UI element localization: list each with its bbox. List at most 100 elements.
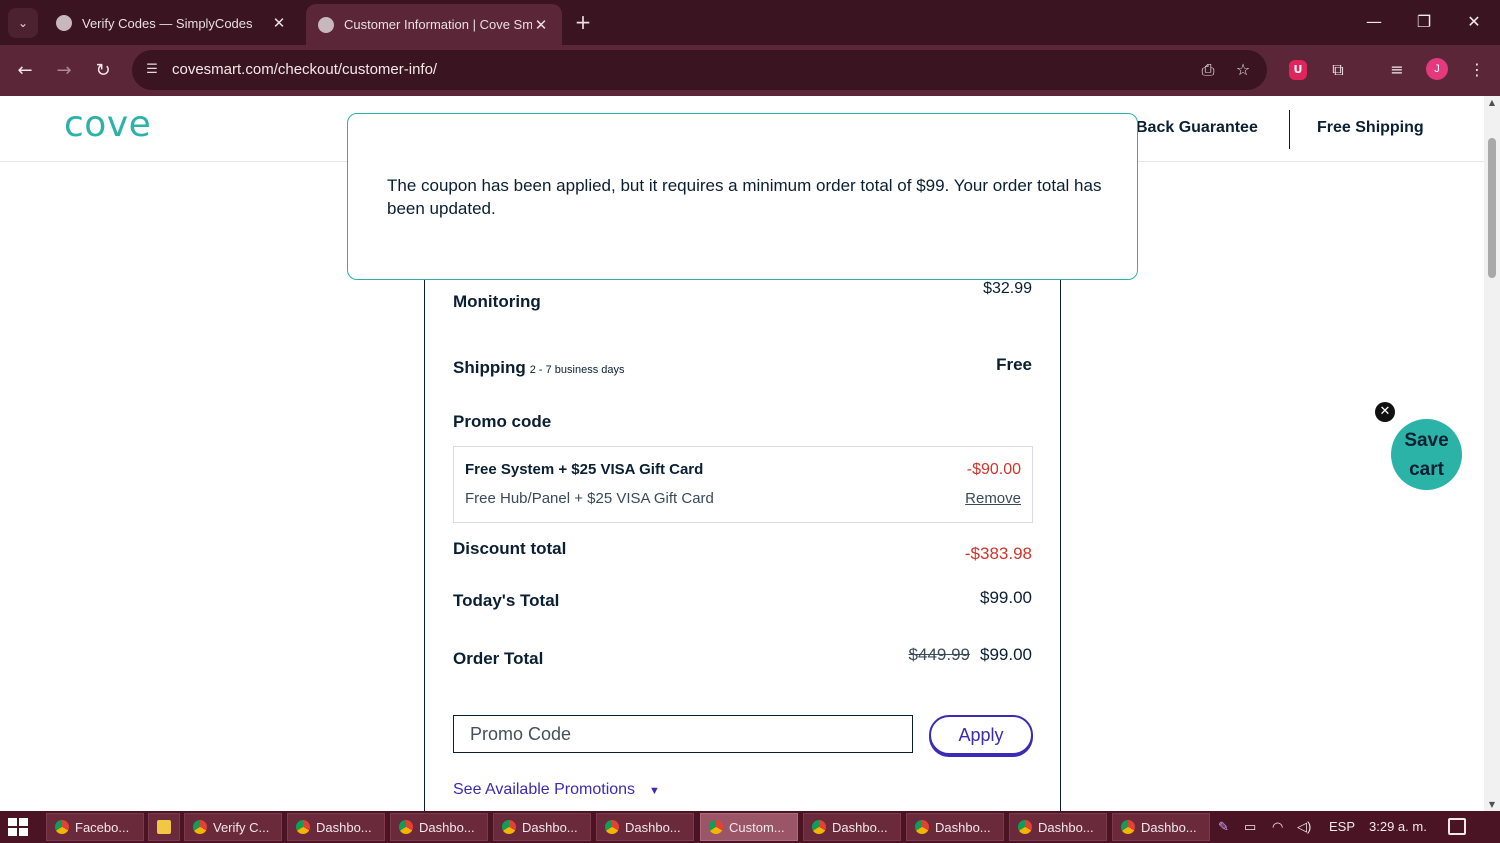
taskbar-label: Facebo... bbox=[75, 819, 130, 835]
chrome-icon bbox=[812, 820, 826, 834]
close-tab-icon[interactable]: ✕ bbox=[270, 14, 288, 32]
scroll-thumb[interactable] bbox=[1488, 138, 1496, 278]
page-scrollbar[interactable]: ▲ ▼ bbox=[1484, 96, 1500, 811]
todays-total-value: $99.00 bbox=[980, 588, 1032, 607]
browser-tab-verify-codes[interactable]: Verify Codes — SimplyCodes ✕ bbox=[44, 6, 300, 40]
save-cart-button[interactable]: Save cart bbox=[1391, 419, 1462, 490]
remove-promo-link[interactable]: Remove bbox=[965, 490, 1021, 507]
taskbar-item-active[interactable]: Custom... bbox=[700, 813, 798, 841]
chrome-icon bbox=[193, 820, 207, 834]
close-window-icon[interactable]: ✕ bbox=[1454, 8, 1494, 36]
close-tab-icon[interactable]: ✕ bbox=[532, 16, 550, 34]
promo-title: Free System + $25 VISA Gift Card bbox=[465, 461, 704, 478]
shipping-label: Shipping 2 - 7 business days bbox=[453, 358, 625, 378]
pen-icon[interactable]: ✎ bbox=[1218, 817, 1229, 837]
order-total-value: $449.99 $99.00 bbox=[909, 645, 1032, 665]
globe-icon bbox=[318, 16, 334, 33]
menu-kebab-icon[interactable]: ⋮ bbox=[1464, 57, 1490, 83]
taskbar-label: Dashbo... bbox=[832, 819, 888, 835]
taskbar-item[interactable]: Dashbo... bbox=[287, 813, 385, 841]
taskbar-label: Dashbo... bbox=[625, 819, 681, 835]
windows-taskbar: Facebo... Verify C... Dashbo... Dashbo..… bbox=[0, 811, 1500, 843]
new-tab-icon[interactable]: + bbox=[571, 10, 595, 34]
header-money-back-guarantee[interactable]: Back Guarantee bbox=[1136, 119, 1258, 137]
browser-toolbar: ← → ↻ ☰ covesmart.com/checkout/customer-… bbox=[0, 45, 1500, 96]
tab-search-icon[interactable]: ⌄ bbox=[8, 8, 38, 38]
promo-code-input[interactable] bbox=[453, 715, 913, 753]
taskbar-label: Dashbo... bbox=[522, 819, 578, 835]
cove-logo[interactable]: cove bbox=[64, 104, 151, 145]
chrome-icon bbox=[709, 820, 723, 834]
close-save-cart-icon[interactable]: ✕ bbox=[1375, 402, 1395, 422]
taskbar-label: Verify C... bbox=[213, 819, 270, 835]
header-free-shipping[interactable]: Free Shipping bbox=[1317, 119, 1424, 137]
taskbar-item[interactable]: Dashbo... bbox=[906, 813, 1004, 841]
chrome-icon bbox=[502, 820, 516, 834]
taskbar-item[interactable]: Dashbo... bbox=[1009, 813, 1107, 841]
discount-total-value: -$383.98 bbox=[964, 544, 1032, 563]
see-available-promotions-link[interactable]: See Available Promotions ▼ bbox=[453, 781, 660, 799]
address-bar[interactable]: ☰ covesmart.com/checkout/customer-info/ … bbox=[132, 50, 1267, 90]
taskbar-item[interactable]: Dashbo... bbox=[390, 813, 488, 841]
battery-icon[interactable]: ▭ bbox=[1244, 817, 1256, 837]
clock[interactable]: 3:29 a. m. bbox=[1369, 817, 1427, 837]
taskbar-item[interactable]: Dashbo... bbox=[1112, 813, 1210, 841]
order-summary: Monitoring $32.99 Shipping 2 - 7 business… bbox=[424, 266, 1061, 811]
final-price: $99.00 bbox=[980, 645, 1032, 664]
extensions-puzzle-icon[interactable]: ⧉ bbox=[1325, 57, 1351, 83]
promo-subtitle: Free Hub/Panel + $25 VISA Gift Card bbox=[465, 490, 714, 507]
notification-message: The coupon has been applied, but it requ… bbox=[387, 176, 1102, 218]
discount-total-label: Discount total bbox=[453, 539, 567, 558]
chrome-icon bbox=[399, 820, 413, 834]
back-icon[interactable]: ← bbox=[11, 57, 39, 85]
chevron-down-icon: ▼ bbox=[649, 785, 660, 797]
browser-tab-bar: ⌄ Verify Codes — SimplyCodes ✕ Customer … bbox=[0, 0, 1500, 45]
forward-icon[interactable]: → bbox=[50, 57, 78, 85]
order-total-label: Order Total bbox=[453, 649, 544, 668]
profile-avatar[interactable]: J bbox=[1426, 58, 1448, 80]
notifications-icon[interactable] bbox=[1448, 818, 1466, 835]
monitoring-label: Monitoring bbox=[453, 292, 541, 311]
restore-icon[interactable]: ❐ bbox=[1404, 8, 1444, 36]
taskbar-item-file-explorer[interactable] bbox=[148, 813, 180, 841]
web-page: cove Back Guarantee Free Shipping Monito… bbox=[0, 96, 1484, 811]
apply-button[interactable]: Apply bbox=[929, 715, 1033, 755]
scroll-up-icon[interactable]: ▲ bbox=[1487, 98, 1497, 107]
install-app-icon[interactable]: ⎙ bbox=[1196, 58, 1220, 82]
windows-start-icon[interactable] bbox=[8, 818, 28, 836]
see-promotions-label: See Available Promotions bbox=[453, 781, 636, 798]
media-control-icon[interactable]: ≡ bbox=[1384, 57, 1410, 83]
taskbar-item[interactable]: Dashbo... bbox=[596, 813, 694, 841]
tab-title: Verify Codes — SimplyCodes bbox=[82, 15, 253, 31]
taskbar-label: Dashbo... bbox=[316, 819, 372, 835]
wifi-icon[interactable]: ◠ bbox=[1272, 817, 1283, 837]
chrome-icon bbox=[296, 820, 310, 834]
browser-tab-customer-info[interactable]: Customer Information | Cove Smart ✕ bbox=[306, 4, 562, 45]
taskbar-item[interactable]: Dashbo... bbox=[803, 813, 901, 841]
site-info-icon[interactable]: ☰ bbox=[142, 60, 162, 80]
chrome-icon bbox=[55, 820, 69, 834]
shipping-label-text: Shipping bbox=[453, 358, 526, 377]
folder-icon bbox=[157, 820, 171, 834]
language-indicator[interactable]: ESP bbox=[1329, 817, 1355, 837]
save-cart-line2: cart bbox=[1409, 458, 1444, 480]
taskbar-label: Dashbo... bbox=[419, 819, 475, 835]
volume-icon[interactable]: ◁) bbox=[1297, 817, 1311, 837]
taskbar-item[interactable]: Facebo... bbox=[46, 813, 144, 841]
shield-extension-icon[interactable]: U bbox=[1289, 60, 1307, 80]
reload-icon[interactable]: ↻ bbox=[89, 57, 117, 85]
scroll-down-icon[interactable]: ▼ bbox=[1487, 800, 1497, 809]
taskbar-label: Dashbo... bbox=[935, 819, 991, 835]
chrome-icon bbox=[605, 820, 619, 834]
taskbar-label: Dashbo... bbox=[1141, 819, 1197, 835]
url-text[interactable]: covesmart.com/checkout/customer-info/ bbox=[172, 61, 437, 78]
promo-code-heading: Promo code bbox=[453, 412, 552, 431]
save-cart-label: Save cart bbox=[1404, 426, 1448, 484]
minimize-icon[interactable]: — bbox=[1354, 8, 1394, 36]
taskbar-item[interactable]: Verify C... bbox=[184, 813, 282, 841]
original-price: $449.99 bbox=[908, 645, 970, 664]
taskbar-label: Dashbo... bbox=[1038, 819, 1094, 835]
taskbar-item[interactable]: Dashbo... bbox=[493, 813, 591, 841]
tab-title: Customer Information | Cove Smart bbox=[344, 17, 532, 32]
bookmark-star-icon[interactable]: ☆ bbox=[1231, 58, 1255, 82]
